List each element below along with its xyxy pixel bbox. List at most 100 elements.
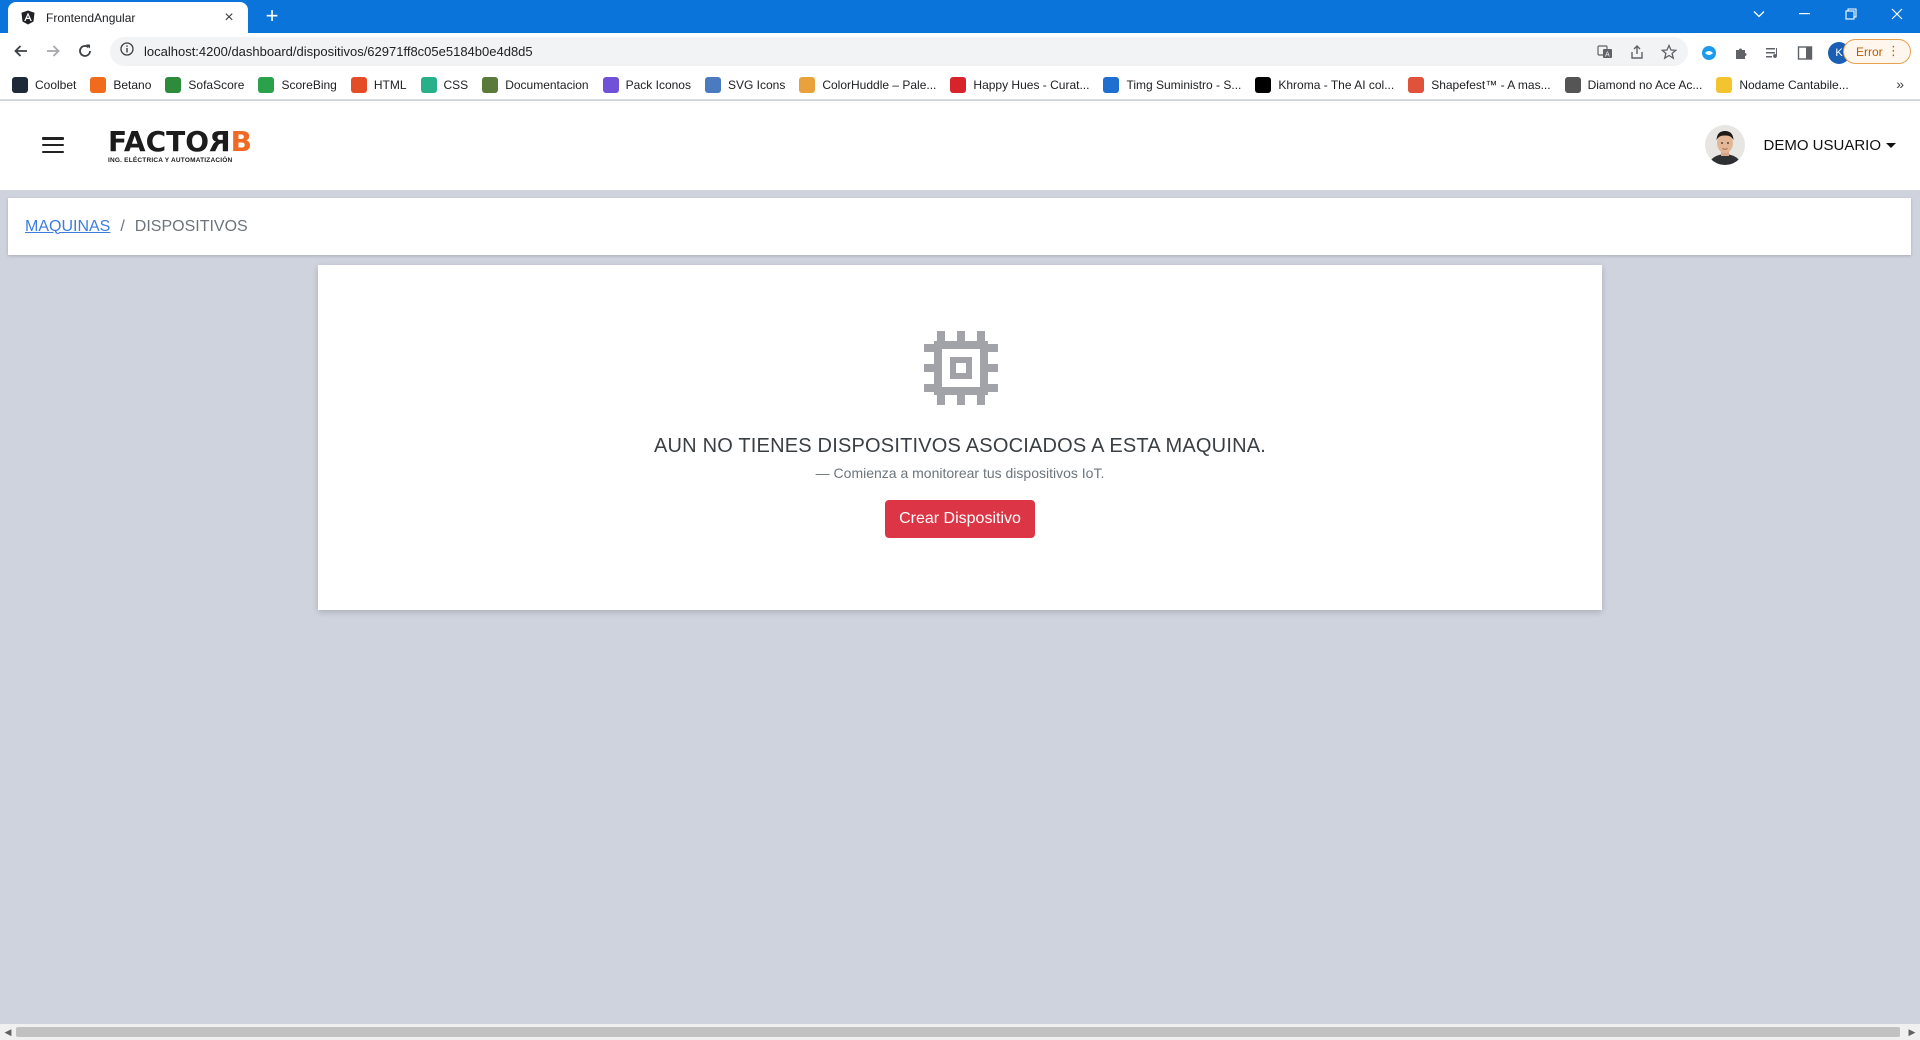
bookmark-label: Khroma - The AI col...	[1278, 77, 1395, 92]
bookmark-label: Shapefest™ - A mas...	[1431, 77, 1551, 92]
factorb-logo[interactable]: FACTORB ING. ELÉCTRICA Y AUTOMATIZACIÓN	[108, 125, 252, 164]
bookmark-favicon-icon	[165, 76, 182, 93]
bookmark-item[interactable]: Diamond no Ace Ac...	[1564, 76, 1703, 93]
bookmark-favicon-icon	[704, 76, 721, 93]
bookmark-label: ScoreBing	[281, 77, 337, 92]
tab-search-icon[interactable]	[1736, 0, 1782, 28]
svg-text:A: A	[1605, 51, 1610, 59]
bookmark-favicon-icon	[12, 76, 28, 93]
bookmark-favicon-icon	[90, 76, 107, 93]
bookmark-item[interactable]: Nodame Cantabile...	[1716, 76, 1849, 93]
logo-subtitle: ING. ELÉCTRICA Y AUTOMATIZACIÓN	[108, 157, 233, 164]
bookmark-item[interactable]: ScoreBing	[258, 76, 337, 93]
bookmark-label: Diamond no Ace Ac...	[1587, 77, 1703, 92]
back-arrow-icon[interactable]	[8, 38, 34, 64]
bookmark-item[interactable]: Shapefest™ - A mas...	[1408, 76, 1551, 93]
bookmark-favicon-icon	[350, 76, 367, 93]
bookmark-label: Nodame Cantabile...	[1739, 77, 1849, 92]
bookmark-item[interactable]: Khroma - The AI col...	[1255, 76, 1395, 93]
empty-state-subtitle: — Comienza a monitorear tus dispositivos…	[815, 465, 1105, 481]
bookmark-item[interactable]: CSS	[420, 76, 469, 93]
logo-text-mirrored-r: R	[209, 125, 231, 158]
logo-text: FACTO	[108, 125, 210, 158]
menu-dots-icon[interactable]: ⋮	[1887, 44, 1900, 58]
empty-state-card: AUN NO TIENES DISPOSITIVOS ASOCIADOS A E…	[318, 265, 1602, 610]
minimize-icon[interactable]	[1782, 0, 1828, 28]
bookmark-item[interactable]: SVG Icons	[704, 76, 786, 93]
empty-state-title: AUN NO TIENES DISPOSITIVOS ASOCIADOS A E…	[653, 435, 1267, 457]
url-text: localhost:4200/dashboard/dispositivos/62…	[144, 44, 533, 59]
tab-title: FrontendAngular	[46, 10, 136, 25]
menu-icon[interactable]	[42, 137, 64, 153]
close-tab-icon[interactable]: ×	[220, 9, 238, 26]
bookmark-label: SVG Icons	[727, 77, 786, 92]
bookmark-favicon-icon	[482, 76, 499, 93]
scroll-right-arrow-icon[interactable]: ▶	[1904, 1024, 1920, 1040]
bookmark-item[interactable]: Timg Suministro - S...	[1103, 76, 1242, 93]
bookmark-favicon-icon	[1564, 76, 1581, 93]
bookmark-favicon-icon	[1408, 76, 1425, 93]
bookmark-item[interactable]: Happy Hues - Curat...	[950, 76, 1089, 93]
bookmark-favicon-icon	[950, 76, 967, 93]
close-window-icon[interactable]	[1874, 0, 1920, 28]
bookmark-label: ColorHuddle – Pale...	[822, 77, 937, 92]
logo-text-b: B	[230, 125, 252, 158]
bookmark-label: Pack Iconos	[625, 77, 691, 92]
breadcrumb: MAQUINAS / DISPOSITIVOS	[8, 198, 1911, 255]
bookmark-star-icon[interactable]	[1660, 43, 1678, 61]
create-device-button[interactable]: Crear Dispositivo	[885, 500, 1035, 538]
user-name: DEMO USUARIO	[1763, 136, 1881, 154]
error-label: Error	[1856, 44, 1883, 59]
bookmarks-bar: Coolbet Betano SofaScore ScoreBing HTML CSS Do…	[0, 70, 1920, 100]
site-info-icon[interactable]	[120, 42, 134, 61]
app-header: FACTORB ING. ELÉCTRICA Y AUTOMATIZACIÓN …	[0, 101, 1920, 190]
side-panel-icon[interactable]	[1796, 44, 1814, 62]
address-bar[interactable]: localhost:4200/dashboard/dispositivos/62…	[110, 37, 1688, 66]
media-control-icon[interactable]	[1764, 44, 1782, 62]
bookmark-item[interactable]: Coolbet	[12, 76, 77, 93]
profile-error-chip[interactable]: Error ⋮	[1843, 39, 1911, 64]
bookmark-label: Betano	[113, 77, 152, 92]
bookmark-label: SofaScore	[188, 77, 245, 92]
browser-toolbar: localhost:4200/dashboard/dispositivos/62…	[0, 33, 1920, 70]
bookmark-item[interactable]: Pack Iconos	[602, 76, 691, 93]
bookmark-favicon-icon	[1716, 76, 1733, 93]
new-tab-button[interactable]: +	[258, 4, 286, 30]
bookmark-favicon-icon	[420, 76, 437, 93]
scroll-left-arrow-icon[interactable]: ◀	[0, 1024, 16, 1040]
bookmark-favicon-icon	[1255, 76, 1272, 93]
share-icon[interactable]	[1628, 43, 1646, 61]
window-controls	[1736, 0, 1920, 28]
bookmark-label: Coolbet	[35, 77, 77, 92]
bookmark-item[interactable]: Betano	[90, 76, 152, 93]
user-menu[interactable]: DEMO USUARIO	[1705, 125, 1896, 165]
chip-icon	[918, 325, 1004, 411]
translate-icon[interactable]: A	[1596, 43, 1614, 61]
bookmark-item[interactable]: HTML	[350, 76, 407, 93]
extensions-puzzle-icon[interactable]	[1732, 44, 1750, 62]
bookmark-label: Documentacion	[505, 77, 589, 92]
bookmark-label: CSS	[443, 77, 469, 92]
bookmark-favicon-icon	[799, 76, 816, 93]
bookmarks-overflow-icon[interactable]: »	[1896, 76, 1904, 92]
user-avatar[interactable]	[1705, 125, 1746, 165]
bookmark-item[interactable]: Documentacion	[482, 76, 589, 93]
bookmark-favicon-icon	[1103, 76, 1120, 93]
breadcrumb-separator: /	[120, 217, 125, 235]
extension-blue-icon[interactable]	[1700, 44, 1718, 62]
breadcrumb-link-maquinas[interactable]: MAQUINAS	[25, 218, 110, 236]
bookmark-label: HTML	[373, 77, 407, 92]
bookmark-item[interactable]: ColorHuddle – Pale...	[799, 76, 937, 93]
bookmark-favicon-icon	[602, 76, 619, 93]
browser-tab[interactable]: FrontendAngular ×	[8, 2, 248, 33]
bookmark-favicon-icon	[258, 76, 275, 93]
scrollbar-thumb[interactable]	[16, 1027, 1900, 1037]
restore-icon[interactable]	[1828, 0, 1874, 28]
caret-down-icon	[1886, 143, 1896, 148]
angular-icon	[20, 10, 36, 26]
bookmark-item[interactable]: SofaScore	[165, 76, 245, 93]
horizontal-scrollbar[interactable]: ◀ ▶	[0, 1024, 1920, 1040]
bookmark-label: Timg Suministro - S...	[1126, 77, 1242, 92]
forward-arrow-icon[interactable]	[40, 38, 66, 64]
reload-icon[interactable]	[72, 38, 98, 64]
